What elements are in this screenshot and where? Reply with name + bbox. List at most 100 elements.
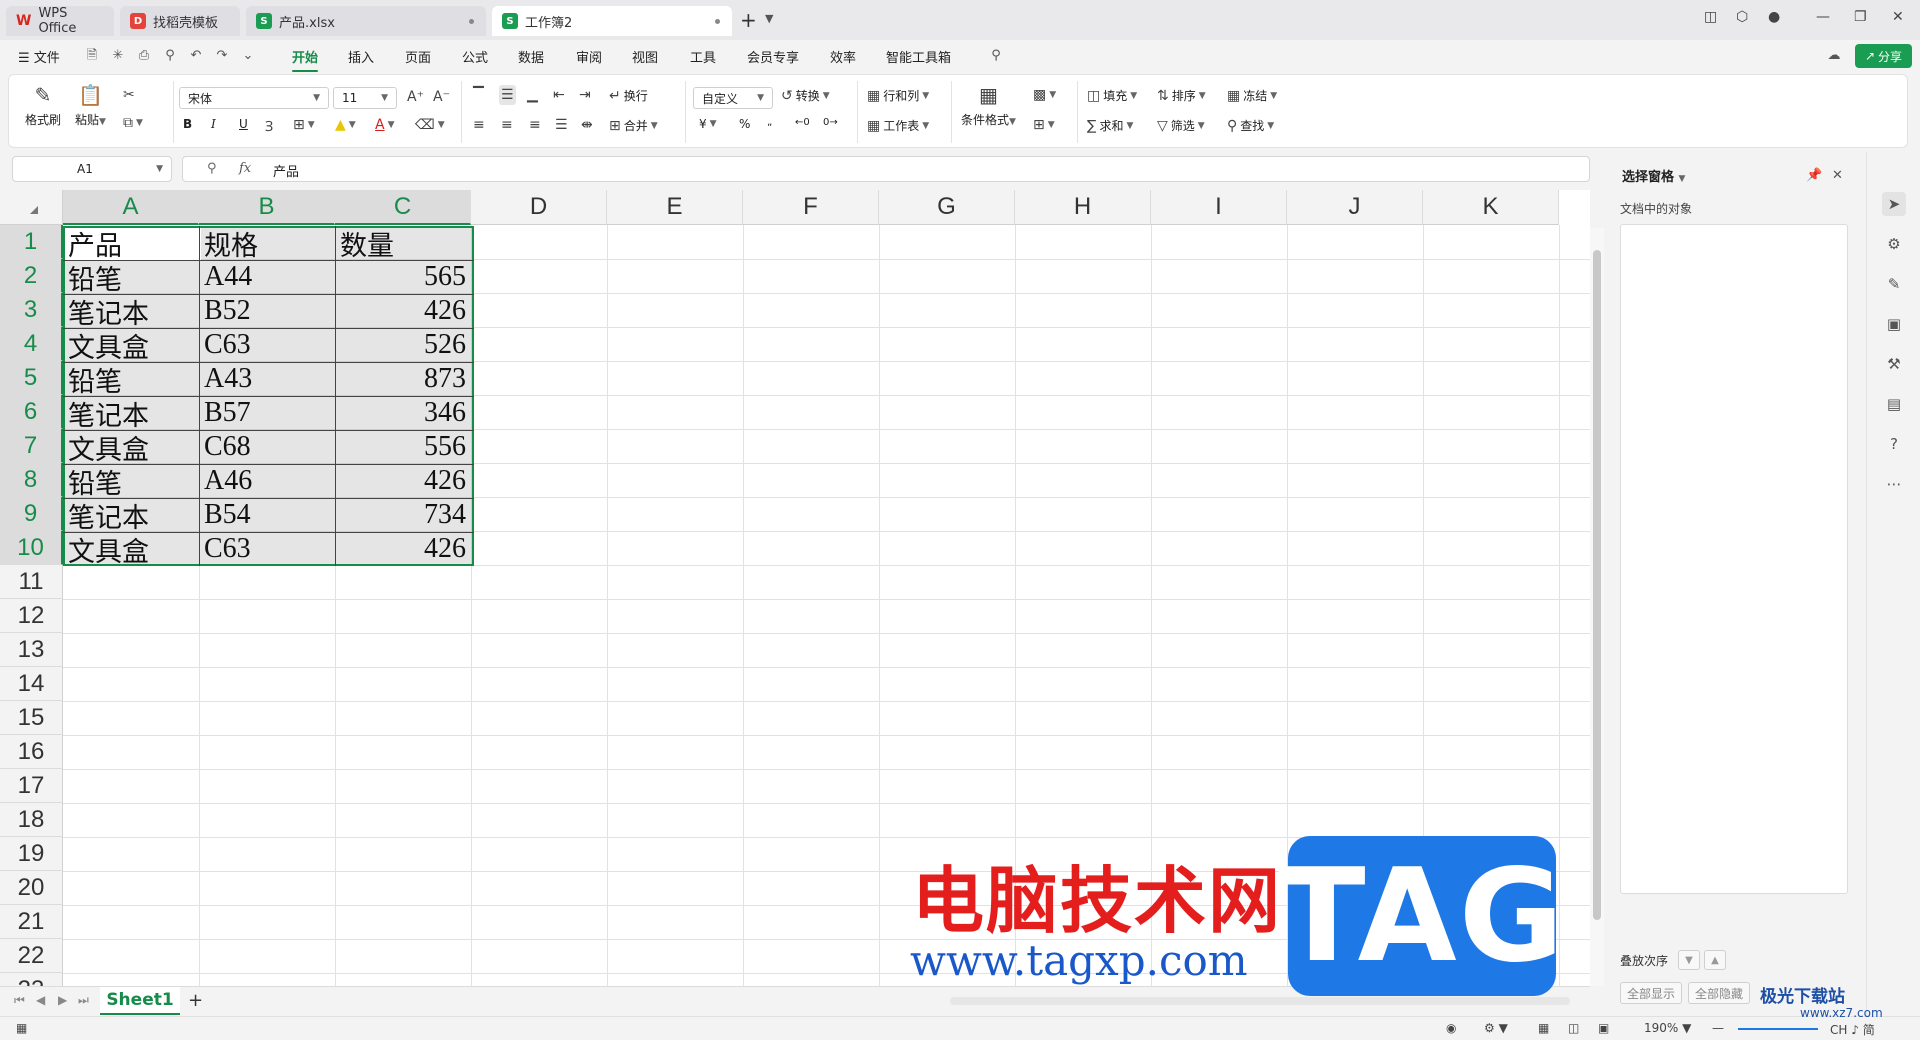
minimize-icon[interactable]: — xyxy=(1816,9,1830,25)
sheet-tab-sheet1[interactable]: Sheet1 xyxy=(100,987,180,1015)
align-top-button[interactable]: ▔ xyxy=(473,87,484,103)
select-all-button[interactable] xyxy=(0,190,63,225)
thousands-button[interactable]: „ xyxy=(767,117,772,128)
cell-a8[interactable]: 铅笔 xyxy=(63,464,199,500)
row-header-19[interactable]: 19 xyxy=(0,837,63,871)
tab-docer-templates[interactable]: D 找稻壳模板 xyxy=(120,6,240,36)
eye-protect-icon[interactable]: ◉ xyxy=(1446,1021,1456,1035)
settings-icon[interactable]: ⚙ ▼ xyxy=(1484,1021,1508,1035)
zoom-slider[interactable] xyxy=(1738,1028,1818,1030)
avatar[interactable]: ● xyxy=(1768,9,1780,25)
cell-c6[interactable]: 346 xyxy=(335,396,471,430)
column-header-j[interactable]: J xyxy=(1287,190,1423,225)
cell-b6[interactable]: B57 xyxy=(199,396,335,430)
row-header-10[interactable]: 10 xyxy=(0,531,63,565)
conditional-format-button[interactable]: ▦ 条件格式▼ xyxy=(961,83,1016,128)
column-header-i[interactable]: I xyxy=(1151,190,1287,225)
merge-cells-button[interactable]: ⊞ 合并 ▼ xyxy=(609,117,658,134)
scroll-thumb[interactable] xyxy=(1593,250,1601,920)
tab-efficiency[interactable]: 效率 xyxy=(830,47,856,66)
book-icon[interactable]: ▤ xyxy=(1882,392,1906,416)
bold-button[interactable]: B xyxy=(183,117,192,131)
file-menu[interactable]: ☰ 文件 xyxy=(18,47,60,66)
filter-button[interactable]: ▽ 筛选 ▼ xyxy=(1157,117,1205,134)
copy-button[interactable]: ⧉ ▼ xyxy=(123,115,143,131)
strikethrough-button[interactable]: Ɜ xyxy=(265,117,273,136)
image-icon[interactable]: ▣ xyxy=(1882,312,1906,336)
prev-sheet-icon[interactable]: ◀ xyxy=(36,993,45,1007)
row-header-11[interactable]: 11 xyxy=(0,565,63,599)
fx-icon[interactable]: fx xyxy=(239,161,251,176)
tab-workbook2[interactable]: S 工作簿2 xyxy=(492,6,732,36)
tab-review[interactable]: 审阅 xyxy=(576,47,602,66)
align-right-button[interactable]: ≡ xyxy=(529,117,541,133)
align-bottom-button[interactable]: ▁ xyxy=(527,87,538,103)
cell-a5[interactable]: 铅笔 xyxy=(63,362,199,398)
cell-b5[interactable]: A43 xyxy=(199,362,335,396)
cell-b1[interactable]: 规格 xyxy=(199,226,335,262)
row-header-8[interactable]: 8 xyxy=(0,463,63,497)
underline-button[interactable]: U xyxy=(239,117,248,131)
row-header-16[interactable]: 16 xyxy=(0,735,63,769)
move-down-button[interactable]: ▼ xyxy=(1678,950,1700,970)
tab-smart-toolbox[interactable]: 智能工具箱 xyxy=(886,47,951,66)
row-header-20[interactable]: 20 xyxy=(0,871,63,905)
restore-icon[interactable]: ❐ xyxy=(1854,9,1867,25)
row-header-4[interactable]: 4 xyxy=(0,327,63,361)
search-icon[interactable]: ⚲ xyxy=(988,48,1004,64)
macro-icon[interactable]: ▦ xyxy=(16,1021,27,1035)
percent-button[interactable]: % xyxy=(739,117,750,131)
layout-icon[interactable]: ◫ xyxy=(1704,9,1717,25)
sum-button[interactable]: ∑ 求和 ▼ xyxy=(1087,117,1133,134)
select-pointer-icon[interactable]: ➤ xyxy=(1882,192,1906,216)
clear-button[interactable]: ⌫ ▼ xyxy=(415,117,445,133)
increase-decimal-button[interactable]: ←0 xyxy=(795,117,810,128)
next-sheet-icon[interactable]: ▶ xyxy=(58,993,67,1007)
cell-c4[interactable]: 526 xyxy=(335,328,471,362)
find-button[interactable]: ⚲ 查找 ▼ xyxy=(1227,117,1274,134)
hide-all-button[interactable]: 全部隐藏 xyxy=(1688,982,1751,1004)
row-header-21[interactable]: 21 xyxy=(0,905,63,939)
cell-c9[interactable]: 734 xyxy=(335,498,471,532)
row-header-18[interactable]: 18 xyxy=(0,803,63,837)
cell-c3[interactable]: 426 xyxy=(335,294,471,328)
rows-columns-button[interactable]: ▦ 行和列 ▼ xyxy=(867,87,929,104)
tab-tools[interactable]: 工具 xyxy=(690,47,716,66)
number-format-select[interactable]: 自定义 ▼ xyxy=(693,87,773,109)
close-icon[interactable]: ✕ xyxy=(1892,9,1904,25)
row-header-6[interactable]: 6 xyxy=(0,395,63,429)
cell-c5[interactable]: 873 xyxy=(335,362,471,396)
distribute-button[interactable]: ⇼ xyxy=(581,117,593,133)
share-button[interactable]: ↗ 分享 xyxy=(1855,44,1912,68)
column-header-c[interactable]: C xyxy=(335,190,471,225)
chevron-down-icon[interactable]: ⌄ xyxy=(240,48,256,64)
close-icon[interactable]: ✕ xyxy=(1832,168,1843,183)
edit-icon[interactable]: ✎ xyxy=(1882,272,1906,296)
fill-color-button[interactable]: ▲ ▼ xyxy=(335,117,356,133)
cell-c2[interactable]: 565 xyxy=(335,260,471,294)
column-header-k[interactable]: K xyxy=(1423,190,1559,225)
column-header-f[interactable]: F xyxy=(743,190,879,225)
formula-bar[interactable]: ⚲ fx 产品 xyxy=(182,156,1590,182)
wrap-text-button[interactable]: ↵ 换行 xyxy=(609,87,648,104)
worksheet-button[interactable]: ▦ 工作表 ▼ xyxy=(867,117,929,134)
column-header-b[interactable]: B xyxy=(199,190,335,225)
cell-b8[interactable]: A46 xyxy=(199,464,335,498)
row-header-5[interactable]: 5 xyxy=(0,361,63,395)
tools-icon[interactable]: ⚒ xyxy=(1882,352,1906,376)
column-header-d[interactable]: D xyxy=(471,190,607,225)
zoom-out-button[interactable]: — xyxy=(1712,1021,1724,1035)
cell-b2[interactable]: A44 xyxy=(199,260,335,294)
cell-c7[interactable]: 556 xyxy=(335,430,471,464)
font-size-select[interactable]: 11 ▼ xyxy=(333,87,397,109)
row-header-17[interactable]: 17 xyxy=(0,769,63,803)
column-header-h[interactable]: H xyxy=(1015,190,1151,225)
column-header-g[interactable]: G xyxy=(879,190,1015,225)
increase-font-button[interactable]: A⁺ xyxy=(407,89,424,105)
cell-a6[interactable]: 笔记本 xyxy=(63,396,199,432)
horizontal-scrollbar[interactable] xyxy=(950,997,1570,1005)
cell-b7[interactable]: C68 xyxy=(199,430,335,464)
print-preview-icon[interactable]: ⚲ xyxy=(162,48,178,64)
cell-b10[interactable]: C63 xyxy=(199,532,335,566)
tab-page[interactable]: 页面 xyxy=(405,47,431,66)
